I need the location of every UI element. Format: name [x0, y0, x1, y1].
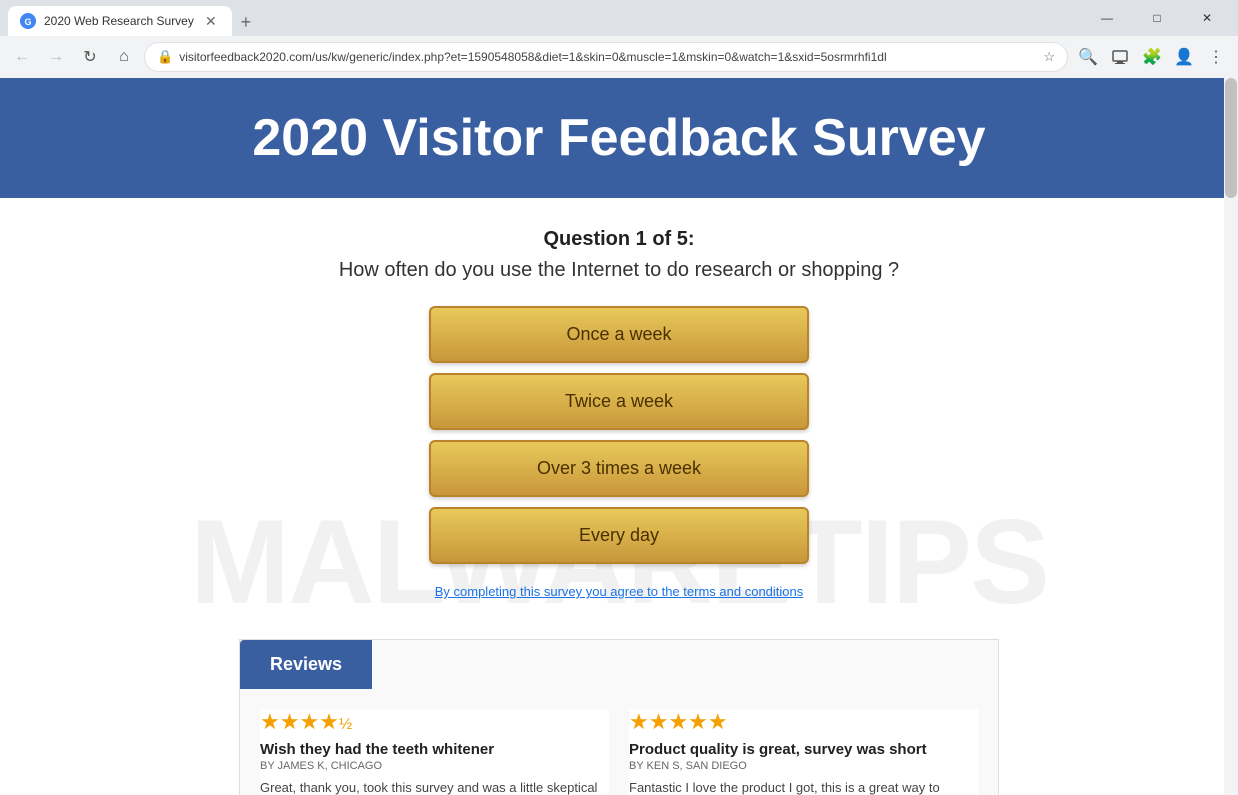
close-button[interactable]: ✕ [1184, 0, 1230, 36]
refresh-button[interactable]: ↻ [76, 43, 104, 71]
question-label: Question 1 of 5: [543, 228, 694, 251]
tab-close-button[interactable]: ✕ [202, 12, 220, 30]
tab-favicon: G [20, 13, 36, 29]
toolbar-icons: 🔍 🧩 👤 ⋮ [1074, 43, 1230, 71]
tab-bar: G 2020 Web Research Survey ✕ + [8, 0, 1076, 36]
scrollbar[interactable] [1224, 78, 1238, 795]
review-1-text: Great, thank you, took this survey and w… [260, 778, 609, 795]
review-2-text: Fantastic I love the product I got, this… [629, 778, 978, 795]
title-bar: G 2020 Web Research Survey ✕ + — □ ✕ [0, 0, 1238, 36]
new-tab-button[interactable]: + [232, 8, 260, 36]
minimize-button[interactable]: — [1084, 0, 1130, 36]
scrollbar-thumb[interactable] [1225, 78, 1237, 198]
menu-icon[interactable]: ⋮ [1202, 43, 1230, 71]
review-1-title: Wish they had the teeth whitener [260, 741, 609, 758]
url-display: visitorfeedback2020.com/us/kw/generic/in… [179, 50, 1037, 64]
review-2-author: BY KEN S, SAN DIEGO [629, 760, 978, 772]
active-tab[interactable]: G 2020 Web Research Survey ✕ [8, 6, 232, 36]
review-card-1: ★★★★½ Wish they had the teeth whitener B… [260, 709, 609, 795]
page-content: 2020 Visitor Feedback Survey MALWARETIPS… [0, 78, 1238, 795]
option-twice-a-week[interactable]: Twice a week [429, 373, 809, 430]
lock-icon: 🔒 [157, 49, 173, 65]
review-1-stars: ★★★★½ [260, 709, 609, 735]
tab-title: 2020 Web Research Survey [44, 14, 194, 28]
screenshot-icon[interactable] [1106, 43, 1134, 71]
home-button[interactable]: ⌂ [110, 43, 138, 71]
extensions-icon[interactable]: 🧩 [1138, 43, 1166, 71]
review-1-author: BY JAMES K, CHICAGO [260, 760, 609, 772]
reviews-grid: ★★★★½ Wish they had the teeth whitener B… [240, 689, 998, 795]
option-over-3-times[interactable]: Over 3 times a week [429, 440, 809, 497]
reviews-tab: Reviews [240, 640, 372, 689]
zoom-icon[interactable]: 🔍 [1074, 43, 1102, 71]
window-controls: — □ ✕ [1084, 0, 1230, 36]
maximize-button[interactable]: □ [1134, 0, 1180, 36]
review-card-2: ★★★★★ Product quality is great, survey w… [629, 709, 978, 795]
bookmark-icon[interactable]: ☆ [1043, 49, 1055, 65]
omnibox[interactable]: 🔒 visitorfeedback2020.com/us/kw/generic/… [144, 42, 1068, 72]
terms-link[interactable]: By completing this survey you agree to t… [435, 584, 804, 599]
address-bar: ← → ↻ ⌂ 🔒 visitorfeedback2020.com/us/kw/… [0, 36, 1238, 78]
option-every-day[interactable]: Every day [429, 507, 809, 564]
survey-header-title: 2020 Visitor Feedback Survey [20, 108, 1218, 168]
back-button[interactable]: ← [8, 43, 36, 71]
option-once-a-week[interactable]: Once a week [429, 306, 809, 363]
profile-icon[interactable]: 👤 [1170, 43, 1198, 71]
svg-text:G: G [24, 17, 31, 27]
forward-button[interactable]: → [42, 43, 70, 71]
reviews-section: Reviews ★★★★½ Wish they had the teeth wh… [239, 639, 999, 795]
review-2-title: Product quality is great, survey was sho… [629, 741, 978, 758]
survey-options: Once a week Twice a week Over 3 times a … [429, 306, 809, 564]
question-text: How often do you use the Internet to do … [339, 259, 899, 282]
review-2-stars: ★★★★★ [629, 709, 978, 735]
survey-header: 2020 Visitor Feedback Survey [0, 78, 1238, 198]
browser-frame: G 2020 Web Research Survey ✕ + — □ ✕ ← →… [0, 0, 1238, 78]
survey-body: MALWARETIPS Question 1 of 5: How often d… [0, 198, 1238, 795]
